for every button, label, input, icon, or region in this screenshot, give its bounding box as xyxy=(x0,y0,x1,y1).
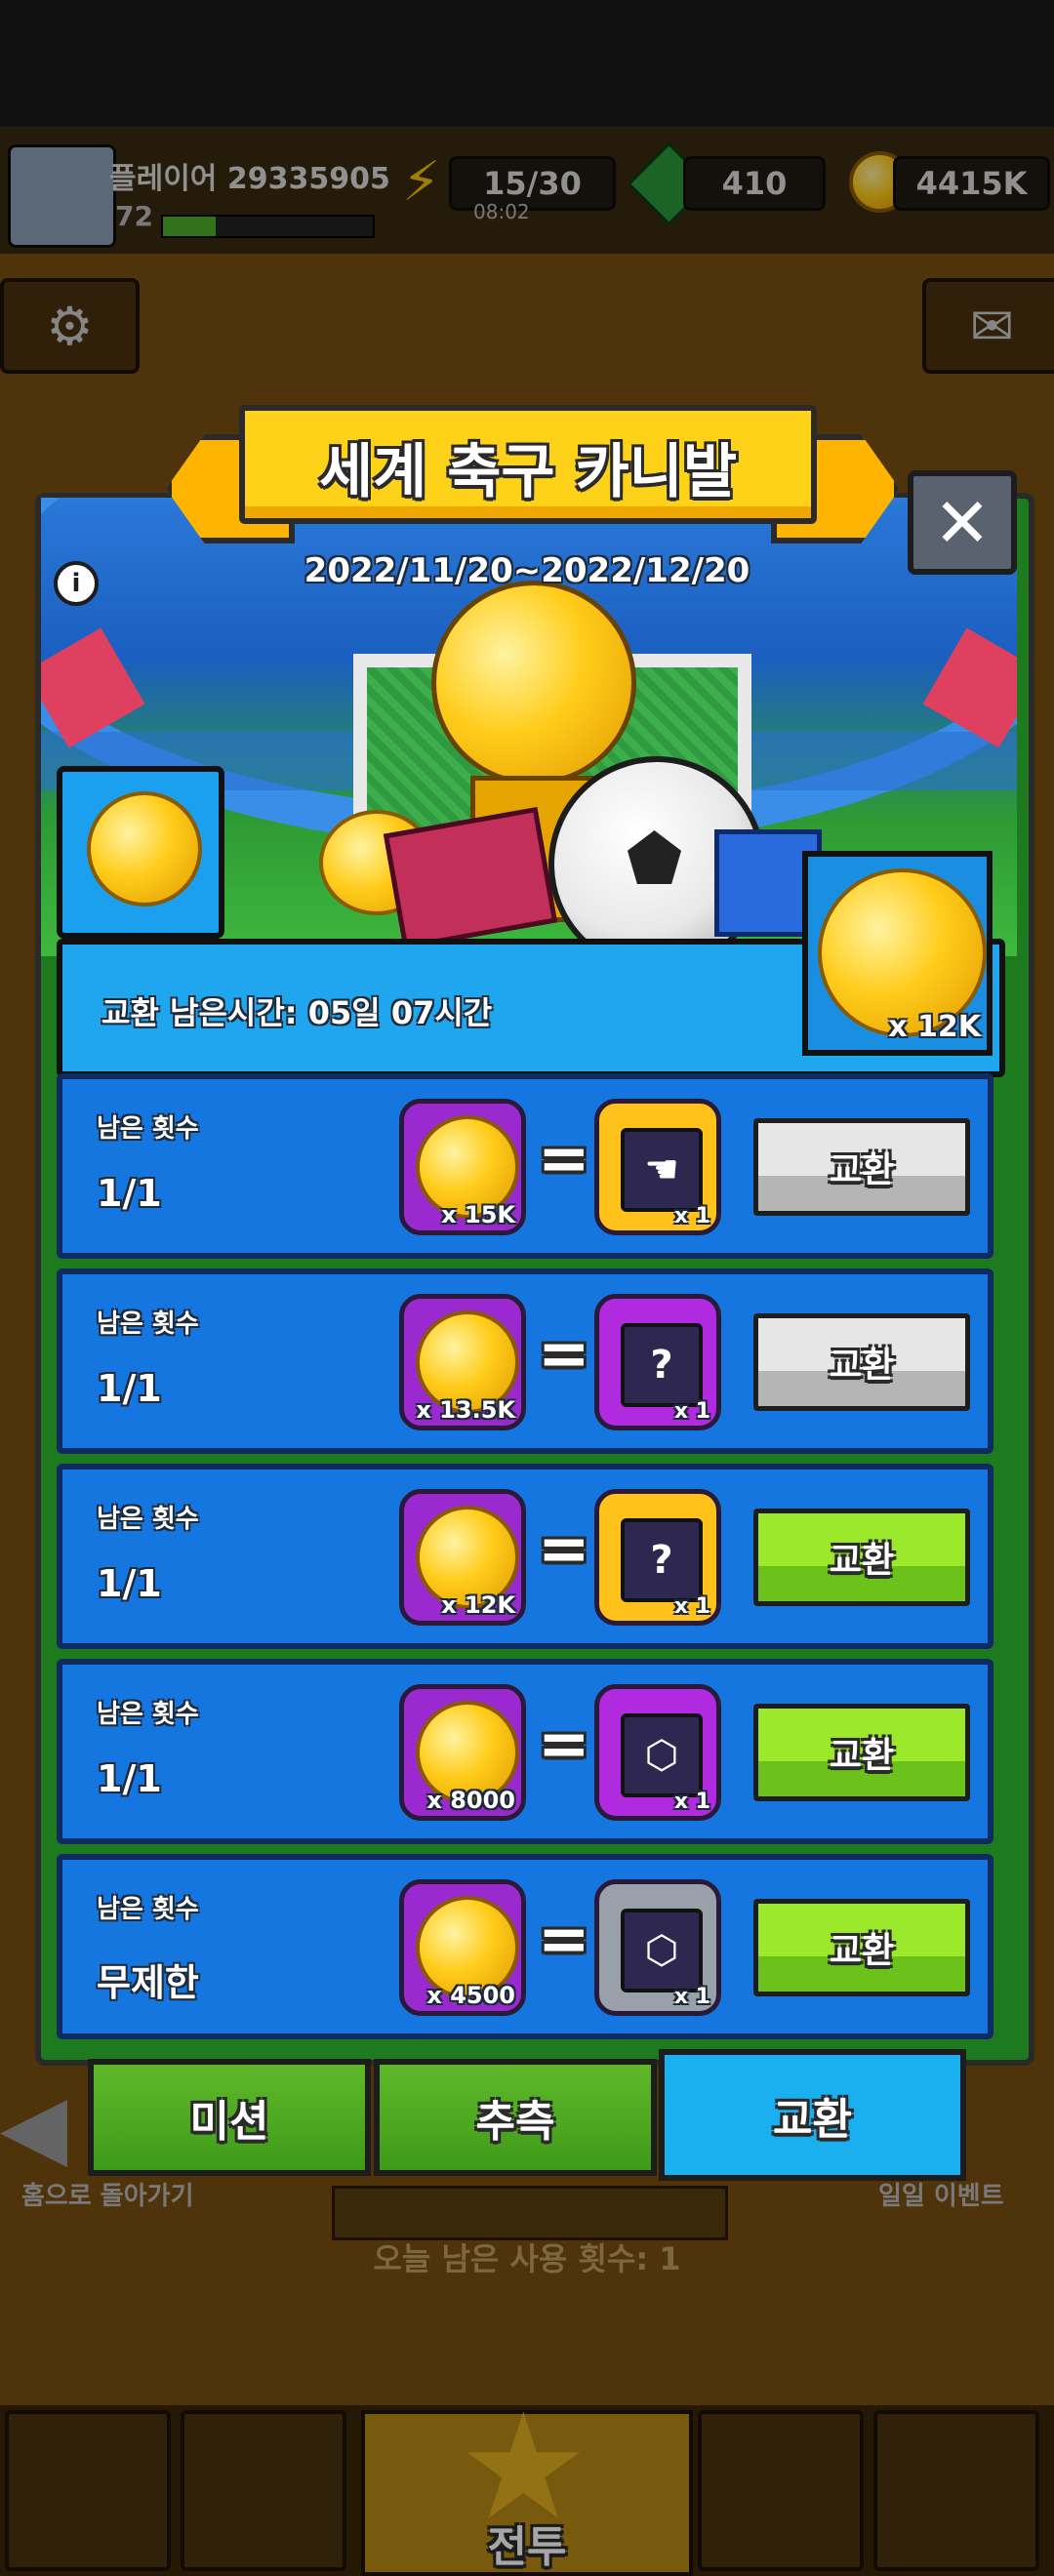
reward-quantity: x 1 xyxy=(673,1985,710,2009)
exchange-row: 남은 횟수 1/1 x 13.5K = ? x 1 교환 xyxy=(57,1268,993,1454)
tab-label: 미션 xyxy=(189,2097,269,2147)
cost-amount: x 15K xyxy=(441,1201,515,1228)
equals-icon: = xyxy=(538,1904,590,1976)
chest-symbol-icon: ? xyxy=(650,1538,673,1583)
exchange-row: 남은 횟수 1/1 x 15K = ☚ x 1 교환 xyxy=(57,1073,993,1259)
cost-amount: x 13.5K xyxy=(416,1396,515,1424)
remaining-count: 1/1 xyxy=(97,1367,162,1410)
tab-guess[interactable]: 추측 xyxy=(374,2059,657,2176)
golden-ball-trophy xyxy=(431,581,636,785)
reward-item[interactable]: ☚ x 1 xyxy=(594,1099,721,1235)
exchange-button[interactable]: 교환 xyxy=(753,1118,970,1216)
tab-label: 교환 xyxy=(773,2094,852,2145)
remaining-label: 남은 횟수 xyxy=(97,1309,199,1339)
exchange-button-label: 교환 xyxy=(829,1541,895,1581)
remaining-label: 남은 횟수 xyxy=(97,1895,199,1924)
exchange-row: 남은 횟수 무제한 x 4500 = ⬡ x 1 교환 xyxy=(57,1854,993,2039)
chest-symbol-icon: ? xyxy=(650,1343,673,1388)
exchange-button-label: 교환 xyxy=(829,1346,895,1386)
chest-icon: ⬡ xyxy=(621,1909,703,1992)
owned-coin-count: x 12K xyxy=(888,1010,981,1044)
cost-amount: x 12K xyxy=(441,1591,515,1619)
remaining-count: 1/1 xyxy=(97,1562,162,1605)
cost-item: x 15K xyxy=(399,1099,526,1235)
chest-symbol-icon: ⬡ xyxy=(644,1928,679,1973)
owned-coin-display: x 12K xyxy=(802,851,993,1056)
reward-item[interactable]: ? x 1 xyxy=(594,1489,721,1626)
exchange-button-label: 교환 xyxy=(829,1736,895,1776)
cost-item: x 12K xyxy=(399,1489,526,1626)
event-dates: 2022/11/20~2022/12/20 xyxy=(304,551,750,590)
reward-item[interactable]: ⬡ x 1 xyxy=(594,1684,721,1821)
equals-icon: = xyxy=(538,1123,590,1195)
chest-icon: ⬡ xyxy=(621,1713,703,1797)
remaining-count: 1/1 xyxy=(97,1757,162,1800)
golden-ball-icon xyxy=(87,791,202,906)
exchange-button[interactable]: 교환 xyxy=(753,1509,970,1606)
reward-item[interactable]: ⬡ x 1 xyxy=(594,1879,721,2016)
chest-icon: ? xyxy=(621,1323,703,1407)
chest-symbol-icon: ⬡ xyxy=(644,1733,679,1778)
equals-icon: = xyxy=(538,1709,590,1781)
exchange-row: 남은 횟수 1/1 x 8000 = ⬡ x 1 교환 xyxy=(57,1659,993,1844)
exchange-button[interactable]: 교환 xyxy=(753,1899,970,1996)
reward-item[interactable]: ? x 1 xyxy=(594,1294,721,1430)
exchange-button[interactable]: 교환 xyxy=(753,1704,970,1801)
remaining-count: 무제한 xyxy=(97,1961,199,2004)
cost-item: x 8000 xyxy=(399,1684,526,1821)
exchange-button-label: 교환 xyxy=(829,1931,895,1971)
trophy-badge[interactable] xyxy=(57,766,224,939)
remaining-label: 남은 횟수 xyxy=(97,1700,199,1729)
exchange-button-label: 교환 xyxy=(829,1150,895,1190)
popup-title: 세계 축구 카니발 xyxy=(318,438,738,506)
title-banner: 세계 축구 카니발 xyxy=(239,405,817,524)
equals-icon: = xyxy=(538,1318,590,1390)
remaining-label: 남은 횟수 xyxy=(97,1114,199,1144)
exchange-button[interactable]: 교환 xyxy=(753,1313,970,1411)
remaining-count: 1/1 xyxy=(97,1172,162,1215)
cost-item: x 13.5K xyxy=(399,1294,526,1430)
chest-icon: ? xyxy=(621,1518,703,1602)
status-bar-area xyxy=(0,0,1054,127)
reward-quantity: x 1 xyxy=(673,1790,710,1814)
equals-icon: = xyxy=(538,1513,590,1586)
tab-label: 추측 xyxy=(475,2097,555,2147)
cost-amount: x 8000 xyxy=(426,1787,515,1814)
exchange-row: 남은 횟수 1/1 x 12K = ? x 1 교환 xyxy=(57,1464,993,1649)
exchange-time-left: 교환 남은시간: 05일 07시간 xyxy=(101,994,493,1031)
cost-item: x 4500 xyxy=(399,1879,526,2016)
reward-quantity: x 1 xyxy=(673,1399,710,1424)
chest-icon: ☚ xyxy=(621,1128,703,1212)
cost-amount: x 4500 xyxy=(426,1982,515,2009)
tab-exchange[interactable]: 교환 xyxy=(659,2049,966,2181)
chest-symbol-icon: ☚ xyxy=(644,1147,679,1192)
reward-quantity: x 1 xyxy=(673,1204,710,1228)
exchange-list[interactable]: 남은 횟수 1/1 x 15K = ☚ x 1 교환 남은 횟수 1/1 x 1… xyxy=(57,1073,993,2039)
ball-pentagon xyxy=(628,830,681,884)
remaining-label: 남은 횟수 xyxy=(97,1505,199,1534)
tab-mission[interactable]: 미션 xyxy=(88,2059,371,2176)
reward-quantity: x 1 xyxy=(673,1594,710,1619)
